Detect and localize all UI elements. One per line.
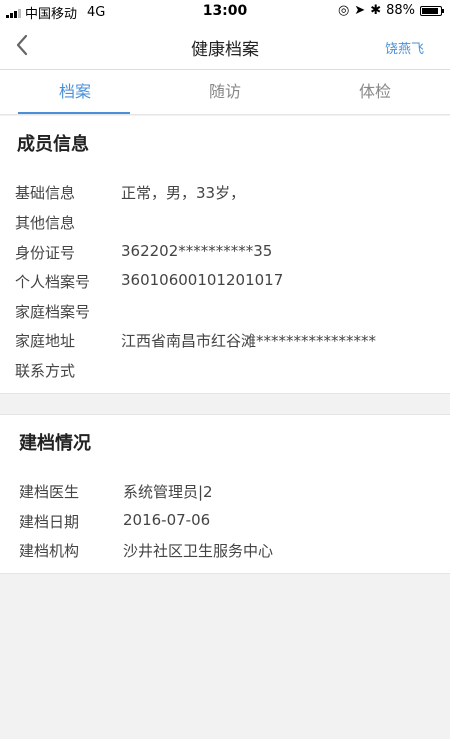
tab-followup[interactable]: 随访 <box>150 70 300 114</box>
archive-info-title: 建档情况 <box>19 433 91 454</box>
info-row-personal-archive: 个人档案号 36010600101201017 <box>15 271 435 291</box>
info-label: 其他信息 <box>15 214 76 232</box>
info-row-basic: 基础信息 正常，男，33岁， <box>15 182 435 202</box>
tab-bar: 档案 随访 体检 <box>0 70 450 115</box>
info-row-id-number: 身份证号 362202**********35 <box>15 242 435 262</box>
info-row-family-archive: 家庭档案号 <box>15 301 435 321</box>
page-title: 健康档案 <box>191 40 259 60</box>
info-row-address: 家庭地址 江西省南昌市红谷滩**************** <box>15 330 435 350</box>
info-row-institution: 建档机构 沙井社区卫生服务中心 <box>19 540 439 560</box>
info-value: 正常，男，33岁， <box>121 184 246 202</box>
battery-percent: 88% <box>386 3 415 18</box>
info-value: 沙井社区卫生服务中心 <box>123 542 274 560</box>
location-icon: ➤ <box>354 3 366 18</box>
tab-checkup[interactable]: 体检 <box>300 70 450 114</box>
user-name-link[interactable]: 饶燕飞 <box>385 38 424 57</box>
battery-fill <box>422 7 438 14</box>
info-label: 家庭档案号 <box>15 303 91 321</box>
member-info-card: 成员信息 基础信息 正常，男，33岁， 其他信息 身份证号 362202****… <box>0 116 450 394</box>
status-right: ◎ ➤ ✱ 88% <box>337 3 444 18</box>
info-value: 362202**********35 <box>121 242 273 260</box>
info-label: 基础信息 <box>15 184 76 202</box>
info-label: 家庭地址 <box>15 332 76 350</box>
info-value: 2016-07-06 <box>123 511 211 529</box>
screen-lock-icon: ◎ <box>337 3 350 18</box>
info-label: 建档医生 <box>19 483 80 501</box>
info-value: 系统管理员|2 <box>123 483 213 501</box>
nav-bar: 健康档案 饶燕飞 <box>0 22 450 70</box>
info-row-contact: 联系方式 <box>15 360 435 380</box>
info-value: 36010600101201017 <box>121 271 284 289</box>
status-bar: 中国移动 4G 13:00 ◎ ➤ ✱ 88% <box>0 0 450 22</box>
info-label: 身份证号 <box>15 244 76 262</box>
info-value: 江西省南昌市红谷滩**************** <box>121 332 377 350</box>
member-info-title: 成员信息 <box>17 134 89 155</box>
info-row-other: 其他信息 <box>15 212 435 232</box>
info-label: 联系方式 <box>15 362 76 380</box>
battery-icon <box>420 5 444 16</box>
info-label: 建档日期 <box>19 513 80 531</box>
bluetooth-icon: ✱ <box>370 3 382 18</box>
info-label: 建档机构 <box>19 542 80 560</box>
tab-archive[interactable]: 档案 <box>0 70 150 114</box>
info-label: 个人档案号 <box>15 273 91 291</box>
info-row-doctor: 建档医生 系统管理员|2 <box>19 481 439 501</box>
info-row-date: 建档日期 2016-07-06 <box>19 511 439 531</box>
archive-info-card: 建档情况 建档医生 系统管理员|2 建档日期 2016-07-06 建档机构 沙… <box>0 414 450 574</box>
